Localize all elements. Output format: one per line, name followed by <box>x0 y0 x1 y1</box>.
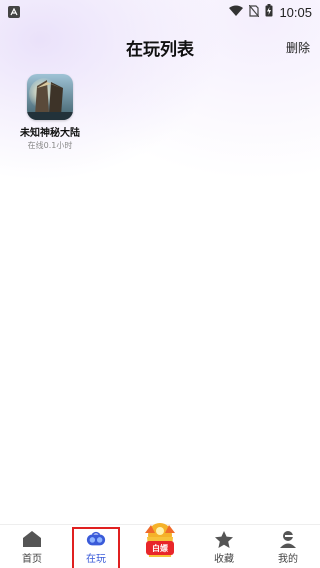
bottom-tab-bar: 首页 在玩 白嫖 收藏 我的 <box>0 523 320 568</box>
promo-label: 白嫖 <box>146 541 174 555</box>
gift-box-icon: 白嫖 <box>137 519 183 561</box>
page-title: 在玩列表 <box>126 39 194 60</box>
game-item[interactable]: 未知神秘大陆 在线0.1小时 <box>18 74 82 151</box>
home-icon <box>22 530 42 548</box>
a-letter-icon <box>8 6 20 18</box>
delete-button[interactable]: 删除 <box>286 39 310 56</box>
tab-label: 在玩 <box>86 554 106 565</box>
tab-playing[interactable]: 在玩 <box>70 525 122 568</box>
tab-label: 收藏 <box>214 554 234 565</box>
battery-charging-icon <box>265 4 273 20</box>
header: 在玩列表 删除 <box>0 32 320 62</box>
status-bar: 10:05 <box>0 0 320 24</box>
game-online-time: 在线0.1小时 <box>27 141 73 150</box>
star-icon <box>214 530 234 548</box>
tab-home[interactable]: 首页 <box>6 525 58 565</box>
tab-profile[interactable]: 我的 <box>262 525 314 565</box>
wifi-icon <box>229 5 244 19</box>
tab-favorites[interactable]: 收藏 <box>198 525 250 565</box>
clock: 10:05 <box>279 4 312 20</box>
user-icon <box>278 530 298 548</box>
tab-label: 我的 <box>278 554 298 565</box>
game-thumbnail-icon <box>27 74 73 120</box>
tab-label: 首页 <box>22 554 42 565</box>
no-sim-icon <box>248 4 260 20</box>
gamepad-icon <box>86 530 106 548</box>
game-name: 未知神秘大陆 <box>20 128 80 139</box>
tab-freebie[interactable]: 白嫖 <box>134 523 186 565</box>
